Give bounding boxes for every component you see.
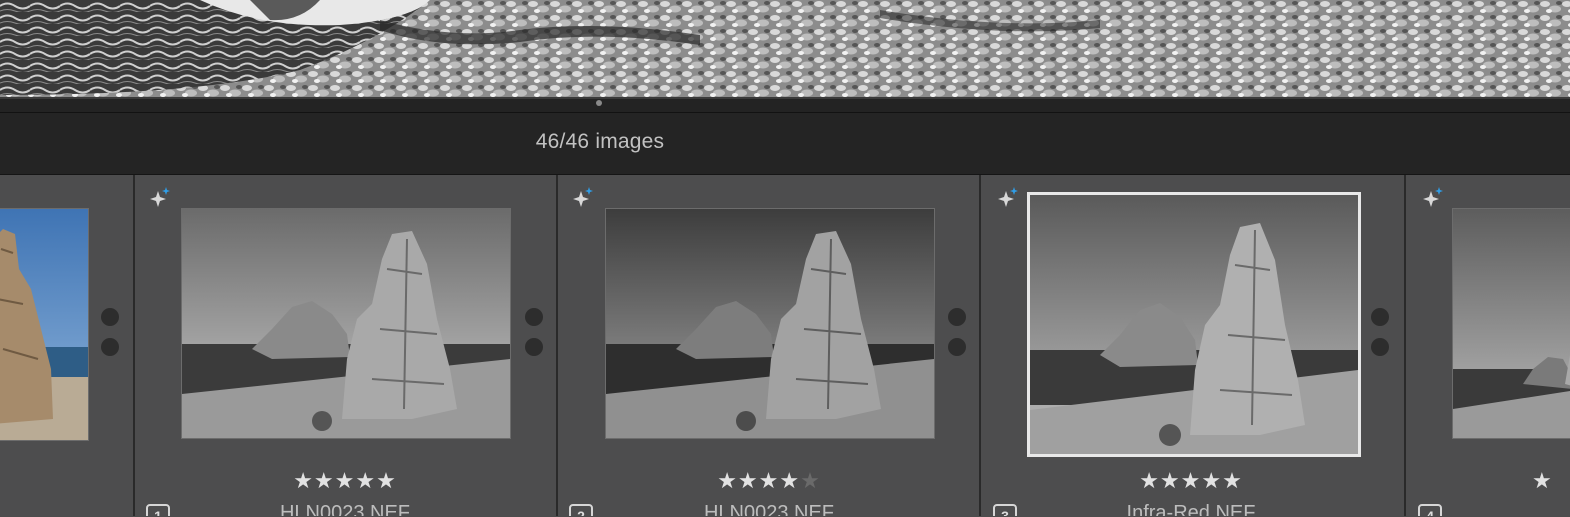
color-label-indicator[interactable]: [948, 338, 966, 356]
thumbnail-cell[interactable]: ★★★★★ 2 HLN0023.NEF: [558, 175, 981, 516]
filename-label: HLN0023.NEF: [703, 502, 835, 516]
index-badge: 4: [1418, 504, 1442, 516]
flag-indicator[interactable]: [948, 308, 966, 326]
index-badge: 1: [146, 504, 170, 516]
color-label-indicator[interactable]: [101, 338, 119, 356]
sparkle-icon: [150, 187, 170, 207]
thumbnail-image[interactable]: [605, 208, 935, 439]
thumbnail-cell-selected[interactable]: ★★★★★ 3 Infra-Red.NEF: [981, 175, 1406, 516]
sparkle-icon: [573, 187, 593, 207]
color-label-indicator[interactable]: [1371, 338, 1389, 356]
sparkle-icon: [1423, 187, 1443, 207]
index-badge: 3: [993, 504, 1017, 516]
color-label-indicator[interactable]: [525, 338, 543, 356]
star-rating[interactable]: ★★★★★: [181, 468, 509, 494]
thumbnail-image[interactable]: [1452, 208, 1570, 439]
flag-indicator[interactable]: [525, 308, 543, 326]
thumbnail-cell[interactable]: [0, 175, 135, 516]
thumbnail-cell[interactable]: ★ 4: [1406, 175, 1570, 516]
flag-indicator[interactable]: [101, 308, 119, 326]
flag-indicator[interactable]: [1371, 308, 1389, 326]
thumbnail-image[interactable]: [181, 208, 511, 439]
splitter-handle[interactable]: [596, 100, 602, 106]
star-rating[interactable]: ★★★★★: [605, 468, 933, 494]
sparkle-icon: [998, 187, 1018, 207]
index-badge: 2: [569, 504, 593, 516]
main-image-preview: [0, 0, 1570, 98]
filename-label: Infra-Red.NEF: [1126, 502, 1256, 516]
thumbnail-cell[interactable]: ★★★★★ 1 HLN0023.NEF: [135, 175, 558, 516]
image-count: 46/46 images: [535, 130, 665, 153]
thumbnail-image[interactable]: [1027, 192, 1361, 457]
thumbnail-image[interactable]: [0, 208, 89, 441]
filename-label: HLN0023.NEF: [279, 502, 411, 516]
star-rating[interactable]: ★★★★★: [1027, 468, 1355, 494]
panel-splitter[interactable]: [0, 99, 1570, 112]
star-rating[interactable]: ★: [1532, 468, 1570, 494]
